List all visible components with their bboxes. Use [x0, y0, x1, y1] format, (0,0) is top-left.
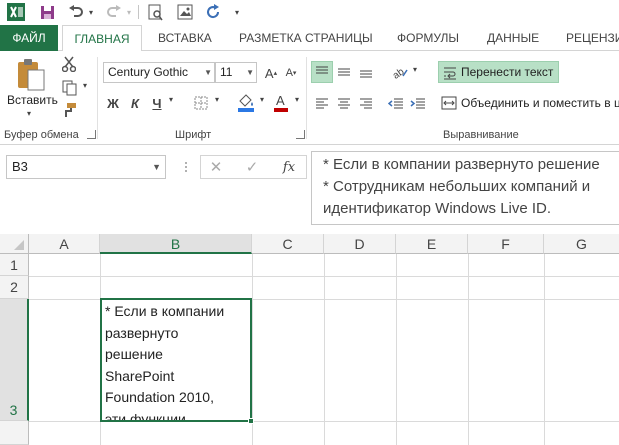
select-all-corner[interactable]	[0, 234, 29, 254]
fill-color-dropdown-icon[interactable]: ▾	[257, 95, 267, 104]
font-size-select[interactable]: 11 ▼	[215, 62, 257, 83]
align-bottom-icon[interactable]	[355, 61, 377, 83]
decrease-indent-icon[interactable]	[385, 93, 407, 115]
redo-icon[interactable]	[104, 2, 124, 22]
font-color-icon[interactable]: A	[272, 91, 290, 113]
align-center-icon[interactable]	[333, 93, 355, 115]
row-header-1[interactable]: 1	[0, 254, 29, 276]
cut-icon[interactable]	[60, 55, 78, 73]
decrease-font-size-icon[interactable]: A ▾	[282, 63, 300, 83]
confirm-entry-icon[interactable]: ✓	[243, 158, 261, 176]
cell-text-line: * Если в компании	[105, 303, 225, 319]
name-box[interactable]: B3 ▼	[6, 155, 166, 179]
italic-button[interactable]: К	[127, 93, 143, 113]
underline-dropdown-icon[interactable]: ▾	[166, 95, 176, 104]
formula-buttons: ✕ ✓ fx	[200, 155, 307, 179]
alignment-group-label: Выравнивание	[443, 129, 519, 141]
underline-button[interactable]: Ч	[149, 93, 165, 113]
tab-review[interactable]: РЕЦЕНЗИ	[566, 25, 619, 51]
worksheet-grid: A B C D E F G 1 2 3 * Если в компании ра…	[0, 234, 619, 445]
row-header-4[interactable]	[0, 421, 29, 445]
excel-window: ▾ ▾ ▾ ФАЙЛ ГЛАВНАЯ ВСТАВКА РАЗМЕТКА СТРА…	[0, 0, 619, 445]
tab-home[interactable]: ГЛАВНАЯ	[62, 25, 142, 52]
column-header-a[interactable]: A	[29, 234, 100, 254]
formula-line: * Сотрудникам небольших компаний и	[323, 178, 591, 195]
increase-font-size-icon[interactable]: A ▴	[262, 63, 280, 83]
ribbon-tabs: ФАЙЛ ГЛАВНАЯ ВСТАВКА РАЗМЕТКА СТРАНИЦЫ Ф…	[0, 25, 619, 52]
cell-text-line: Foundation 2010,	[105, 389, 214, 405]
column-header-f[interactable]: F	[468, 234, 544, 254]
column-header-c[interactable]: C	[252, 234, 324, 254]
column-header-b[interactable]: B	[100, 234, 252, 254]
copy-dropdown-icon[interactable]: ▾	[80, 81, 90, 90]
customize-qat-icon[interactable]: ▾	[232, 2, 242, 22]
borders-icon[interactable]	[191, 93, 211, 113]
formula-bar: B3 ▼ ✕ ✓ fx * Если в компании развернуто…	[0, 145, 619, 226]
excel-app-icon[interactable]	[6, 2, 26, 22]
tab-file[interactable]: ФАЙЛ	[0, 25, 58, 51]
align-top-icon[interactable]	[311, 61, 333, 83]
refresh-icon[interactable]	[204, 2, 222, 22]
font-launcher-icon[interactable]	[296, 130, 305, 139]
save-icon[interactable]	[38, 2, 56, 22]
font-group-label: Шрифт	[175, 129, 212, 141]
column-header-e[interactable]: E	[396, 234, 468, 254]
paste-dropdown-icon[interactable]: ▾	[24, 109, 34, 118]
insert-image-icon[interactable]	[176, 2, 194, 22]
undo-icon[interactable]	[66, 2, 86, 22]
tab-insert[interactable]: ВСТАВКА	[158, 25, 212, 51]
formula-line: * Если в компании развернуто решение	[323, 156, 600, 173]
paste-button-label[interactable]: Вставить	[7, 93, 58, 107]
formula-input[interactable]: * Если в компании развернуто решение * С…	[311, 151, 619, 225]
name-box-dropdown-icon[interactable]: ▼	[152, 156, 161, 178]
format-painter-icon[interactable]	[60, 101, 78, 119]
align-left-icon[interactable]	[311, 93, 333, 115]
cell-text-line: SharePoint	[105, 367, 175, 384]
print-preview-icon[interactable]	[146, 2, 164, 22]
align-middle-icon[interactable]	[333, 61, 355, 83]
increase-indent-icon[interactable]	[407, 93, 429, 115]
font-color-dropdown-icon[interactable]: ▾	[292, 95, 302, 104]
quick-access-toolbar: ▾ ▾ ▾	[0, 0, 619, 25]
row-header-3[interactable]: 3	[0, 299, 29, 421]
merge-center-label[interactable]: Объединить и поместить в ц	[461, 96, 619, 110]
undo-dropdown-icon[interactable]: ▾	[86, 2, 96, 22]
tab-formulas[interactable]: ФОРМУЛЫ	[397, 25, 459, 51]
cell-text-line: решение	[105, 346, 163, 362]
insert-function-icon[interactable]: fx	[279, 158, 299, 176]
fill-handle[interactable]	[248, 418, 254, 424]
cell-text-line: развернуто	[105, 324, 179, 341]
cell-text-line: эти функции	[105, 410, 186, 422]
orientation-dropdown-icon[interactable]: ▾	[410, 65, 420, 74]
copy-icon[interactable]	[60, 79, 78, 97]
column-header-g[interactable]: G	[544, 234, 619, 254]
clipboard-group-label: Буфер обмена	[4, 129, 79, 141]
column-header-d[interactable]: D	[324, 234, 396, 254]
font-family-select[interactable]: Century Gothic ▼	[103, 62, 215, 83]
tab-page-layout[interactable]: РАЗМЕТКА СТРАНИЦЫ	[239, 25, 373, 51]
orientation-icon[interactable]: ab	[389, 61, 411, 83]
bold-button[interactable]: Ж	[105, 93, 121, 113]
borders-dropdown-icon[interactable]: ▾	[212, 95, 222, 104]
merge-center-icon[interactable]	[440, 93, 458, 113]
wrap-text-button[interactable]: Перенести текст	[438, 61, 559, 83]
align-right-icon[interactable]	[355, 93, 377, 115]
cancel-entry-icon[interactable]: ✕	[207, 158, 225, 176]
row-header-2[interactable]: 2	[0, 276, 29, 299]
paste-icon[interactable]	[14, 57, 48, 93]
formula-bar-splitter-icon[interactable]	[183, 160, 189, 174]
ribbon: Вставить ▾ ▾ Буфер обмена Century Gothic…	[0, 51, 619, 145]
redo-dropdown-icon[interactable]: ▾	[124, 2, 134, 22]
svg-text:A: A	[276, 93, 285, 108]
clipboard-launcher-icon[interactable]	[87, 130, 96, 139]
wrap-text-icon	[442, 65, 458, 81]
formula-line: идентификатор Windows Live ID.	[323, 200, 552, 217]
fill-color-icon[interactable]	[235, 91, 257, 113]
cell-b3[interactable]: * Если в компании развернуто решение Sha…	[100, 298, 252, 422]
tab-data[interactable]: ДАННЫЕ	[487, 25, 539, 51]
